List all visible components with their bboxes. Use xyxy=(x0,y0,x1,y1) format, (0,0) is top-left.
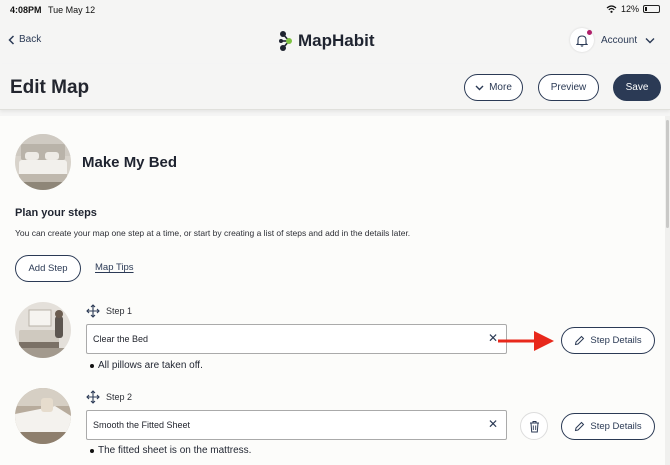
back-label: Back xyxy=(19,34,42,45)
more-button[interactable]: More xyxy=(464,74,523,101)
pencil-icon xyxy=(575,335,585,346)
status-time: 4:08PM xyxy=(10,5,42,15)
pencil-icon xyxy=(575,421,585,432)
add-step-button[interactable]: Add Step xyxy=(15,255,81,282)
logo-text: MapHabit xyxy=(298,31,375,50)
chevron-left-icon xyxy=(8,34,15,45)
step-2-delete-button[interactable] xyxy=(520,412,548,440)
bullet-dot xyxy=(90,448,94,453)
step-1-details-button[interactable]: Step Details xyxy=(561,327,655,354)
status-indicators: 12% xyxy=(606,4,660,14)
map-tips-link[interactable]: Map Tips xyxy=(95,262,134,273)
step-details-label: Step Details xyxy=(590,335,642,346)
status-date: Tue May 12 xyxy=(48,5,96,15)
notification-dot xyxy=(587,30,592,35)
status-bar: 4:08PM Tue May 12 12% xyxy=(0,0,670,20)
preview-button[interactable]: Preview xyxy=(538,74,599,101)
notifications-button[interactable] xyxy=(570,28,594,52)
wifi-icon xyxy=(606,5,617,13)
top-nav: Back MapHabit Account xyxy=(0,20,670,64)
scrollbar-thumb[interactable] xyxy=(666,120,669,228)
step-1-label: Step 1 xyxy=(106,306,133,316)
annotation-arrow-icon xyxy=(498,331,554,351)
back-button[interactable]: Back xyxy=(8,34,41,45)
map-cover-photo[interactable] xyxy=(15,134,71,190)
plan-steps-heading: Plan your steps xyxy=(15,207,97,219)
step-2-photo[interactable] xyxy=(15,388,71,444)
trash-icon xyxy=(529,420,539,432)
step-2-input[interactable] xyxy=(86,410,507,440)
step-1-detail: All pillows are taken off. xyxy=(90,360,203,371)
save-button[interactable]: Save xyxy=(613,74,661,101)
step-2-details-button[interactable]: Step Details xyxy=(561,413,655,440)
bullet-dot xyxy=(90,363,94,368)
page-title: Edit Map xyxy=(10,77,90,98)
move-icon[interactable] xyxy=(86,304,100,318)
step-details-label: Step Details xyxy=(590,421,642,432)
step-1-detail-text: All pillows are taken off. xyxy=(98,360,203,371)
account-label: Account xyxy=(601,35,638,46)
move-icon[interactable] xyxy=(86,390,100,404)
step-1-photo[interactable] xyxy=(15,302,71,358)
more-label: More xyxy=(489,82,512,93)
plan-steps-description: You can create your map one step at a ti… xyxy=(15,228,411,238)
chevron-down-icon xyxy=(645,38,655,44)
logo-mark-icon xyxy=(279,31,292,51)
step-2-detail: The fitted sheet is on the mattress. xyxy=(90,445,251,456)
chevron-down-icon xyxy=(475,85,484,90)
map-title: Make My Bed xyxy=(82,154,178,171)
bell-icon xyxy=(576,34,588,47)
battery-percent: 12% xyxy=(620,4,639,14)
bedroom-photo xyxy=(15,302,71,358)
step-2-label: Step 2 xyxy=(106,392,133,402)
step-2-detail-text: The fitted sheet is on the mattress. xyxy=(98,445,252,456)
close-icon[interactable]: ✕ xyxy=(488,417,498,431)
step-1-input[interactable] xyxy=(86,324,507,354)
bedroom-photo xyxy=(15,388,71,444)
page-header: Edit Map More Preview Save xyxy=(0,64,670,110)
bedroom-photo xyxy=(15,134,71,190)
maphabit-logo: MapHabit xyxy=(279,30,375,52)
battery-icon xyxy=(643,5,660,13)
account-menu[interactable]: Account xyxy=(601,35,655,46)
